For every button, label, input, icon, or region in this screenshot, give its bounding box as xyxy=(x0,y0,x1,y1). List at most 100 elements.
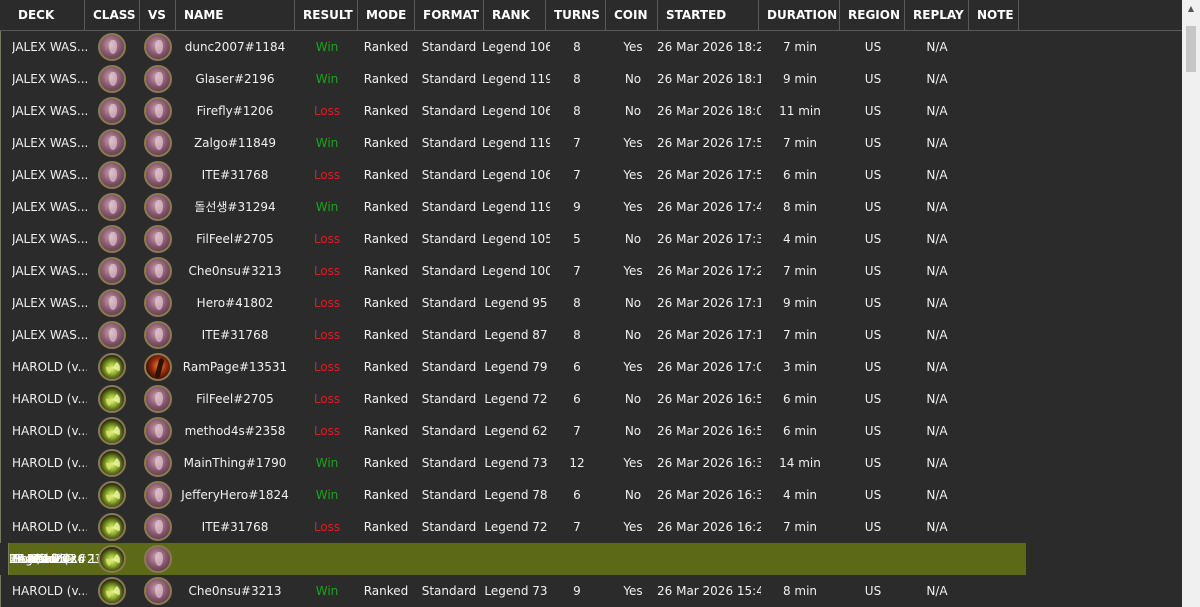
result-cell: Loss xyxy=(313,520,341,534)
table-row[interactable]: HAROLD (v... JefferyHero#1824 Win Ranked Sta… xyxy=(0,479,1182,511)
scroll-up-arrow-icon[interactable]: ▲ xyxy=(1182,0,1200,18)
coin-cell: Yes xyxy=(623,360,643,374)
table-row[interactable]: JALEX WAS... Che0nsu#3213 Loss Ranked Standa… xyxy=(0,255,1182,287)
rank-cell: Legend 73 xyxy=(484,584,548,598)
rank-cell: Legend 79 xyxy=(484,360,548,374)
player-name-cell: MainThing#1790 xyxy=(183,456,287,470)
deck-cell: JALEX WAS... xyxy=(12,72,87,86)
coin-cell: Yes xyxy=(623,584,643,598)
deck-cell: HAROLD (v... xyxy=(12,584,87,598)
priest-portrait-icon xyxy=(144,97,172,125)
region-cell: US xyxy=(864,488,882,502)
result-cell: Win xyxy=(315,72,339,86)
column-header-region[interactable]: REGION xyxy=(840,0,905,30)
table-row[interactable]: HAROLD (v... FilFeel#2705 Loss Ranked Standa… xyxy=(0,383,1182,415)
rank-cell: Legend 106 xyxy=(482,40,550,54)
format-cell: Standard xyxy=(421,40,477,54)
priest-portrait-icon xyxy=(98,161,126,189)
deck-cell: HAROLD (v... xyxy=(12,424,87,438)
rank-cell: Legend 87 xyxy=(484,328,548,342)
turns-cell: 8 xyxy=(573,72,581,86)
turns-cell: 8 xyxy=(573,104,581,118)
turns-cell: 8 xyxy=(573,328,581,342)
mode-cell: Ranked xyxy=(363,72,409,86)
scroll-thumb[interactable] xyxy=(1186,26,1196,72)
result-cell: Loss xyxy=(313,360,341,374)
started-cell: 26 Mar 2026 17:19 xyxy=(657,296,761,310)
priest-portrait-icon xyxy=(144,513,172,541)
column-header-result[interactable]: RESULT xyxy=(295,0,358,30)
started-cell: 26 Mar 2026 15:40 xyxy=(657,584,761,598)
column-header-rank[interactable]: RANK xyxy=(484,0,546,30)
table-row-selected[interactable]: HAROLD (v... method4s#2358 Loss Ranked Stand… xyxy=(8,543,1026,575)
mode-cell: Ranked xyxy=(363,488,409,502)
result-cell: Loss xyxy=(313,104,341,118)
column-header-class[interactable]: CLASS xyxy=(85,0,140,30)
table-row[interactable]: HAROLD (v... Che0nsu#3213 Win Ranked Standar… xyxy=(0,575,1182,607)
region-cell: US xyxy=(864,72,882,86)
column-header-turns[interactable]: TURNS xyxy=(546,0,606,30)
column-header-name[interactable]: NAME xyxy=(176,0,295,30)
region-cell: US xyxy=(864,232,882,246)
table-row[interactable]: JALEX WAS... 돌선생#31294 Win Ranked Standard Le… xyxy=(0,191,1182,223)
region-cell: US xyxy=(864,264,882,278)
table-row[interactable]: HAROLD (v... ITE#31768 Loss Ranked Standard L… xyxy=(0,511,1182,543)
priest-portrait-icon xyxy=(98,65,126,93)
column-header-deck[interactable]: DECK xyxy=(0,0,85,30)
column-header-started[interactable]: STARTED xyxy=(658,0,759,30)
column-header-vs[interactable]: VS xyxy=(140,0,176,30)
mode-cell: Ranked xyxy=(363,456,409,470)
table-row[interactable]: JALEX WAS... Firefly#1206 Loss Ranked Standa… xyxy=(0,95,1182,127)
priest-portrait-icon xyxy=(144,449,172,477)
format-cell: Standard xyxy=(421,104,477,118)
priest-portrait-icon xyxy=(144,193,172,221)
priest-portrait-icon xyxy=(98,225,126,253)
region-cell: US xyxy=(864,328,882,342)
table-row[interactable]: JALEX WAS... Zalgo#11849 Win Ranked Standard… xyxy=(0,127,1182,159)
mode-cell: Ranked xyxy=(363,296,409,310)
format-cell: Standard xyxy=(421,328,477,342)
vertical-scrollbar[interactable]: ▲ xyxy=(1182,0,1200,607)
replay-cell: N/A xyxy=(926,136,948,150)
table-row[interactable]: JALEX WAS... Glaser#2196 Win Ranked Standard… xyxy=(0,63,1182,95)
region-cell: US xyxy=(864,40,882,54)
column-header-duration[interactable]: DURATION xyxy=(759,0,840,30)
column-header-mode[interactable]: MODE xyxy=(358,0,415,30)
format-cell: Standard xyxy=(421,488,477,502)
table-row[interactable]: JALEX WAS... ITE#31768 Loss Ranked Standard L… xyxy=(0,159,1182,191)
column-header-format[interactable]: FORMAT xyxy=(415,0,484,30)
deck-cell: JALEX WAS... xyxy=(12,328,87,342)
player-name-cell: ITE#31768 xyxy=(201,328,269,342)
deck-cell: HAROLD (v... xyxy=(12,360,87,374)
table-row[interactable]: JALEX WAS... ITE#31768 Loss Ranked Standard L… xyxy=(0,319,1182,351)
table-row[interactable]: HAROLD (v... method4s#2358 Loss Ranked Stand… xyxy=(0,415,1182,447)
player-name-cell: Zalgo#11849 xyxy=(193,136,277,150)
duration-cell: 7 min xyxy=(782,328,818,342)
priest-portrait-icon xyxy=(144,417,172,445)
table-row[interactable]: JALEX WAS... dunc2007#1184 Win Ranked Standa… xyxy=(0,31,1182,63)
turns-cell: 7 xyxy=(573,264,581,278)
region-cell: US xyxy=(864,424,882,438)
replay-cell: N/A xyxy=(926,264,948,278)
started-cell: 26 Mar 2026 18:27 xyxy=(657,40,761,54)
column-header-note[interactable]: NOTE xyxy=(969,0,1019,30)
mode-cell: Ranked xyxy=(363,40,409,54)
turns-cell: 7 xyxy=(573,424,581,438)
duration-cell: 11 min xyxy=(779,104,821,118)
turns-cell: 6 xyxy=(573,360,581,374)
hunter-portrait-icon xyxy=(98,577,126,605)
player-name-cell: FilFeel#2705 xyxy=(196,232,274,246)
turns-cell: 7 xyxy=(573,520,581,534)
table-row[interactable]: HAROLD (v... MainThing#1790 Win Ranked Stand… xyxy=(0,447,1182,479)
replay-cell: N/A xyxy=(926,424,948,438)
table-row[interactable]: JALEX WAS... FilFeel#2705 Loss Ranked Standa… xyxy=(0,223,1182,255)
turns-cell: 5 xyxy=(573,232,581,246)
coin-cell: Yes xyxy=(623,264,643,278)
region-cell: US xyxy=(864,584,882,598)
table-row[interactable]: HAROLD (v... RamPage#13531 Loss Ranked Stand… xyxy=(0,351,1182,383)
table-row[interactable]: JALEX WAS... Hero#41802 Loss Ranked Standard… xyxy=(0,287,1182,319)
replay-cell: N/A xyxy=(926,200,948,214)
column-header-replay[interactable]: REPLAY xyxy=(905,0,969,30)
deck-cell: JALEX WAS... xyxy=(12,168,87,182)
column-header-coin[interactable]: COIN xyxy=(606,0,658,30)
